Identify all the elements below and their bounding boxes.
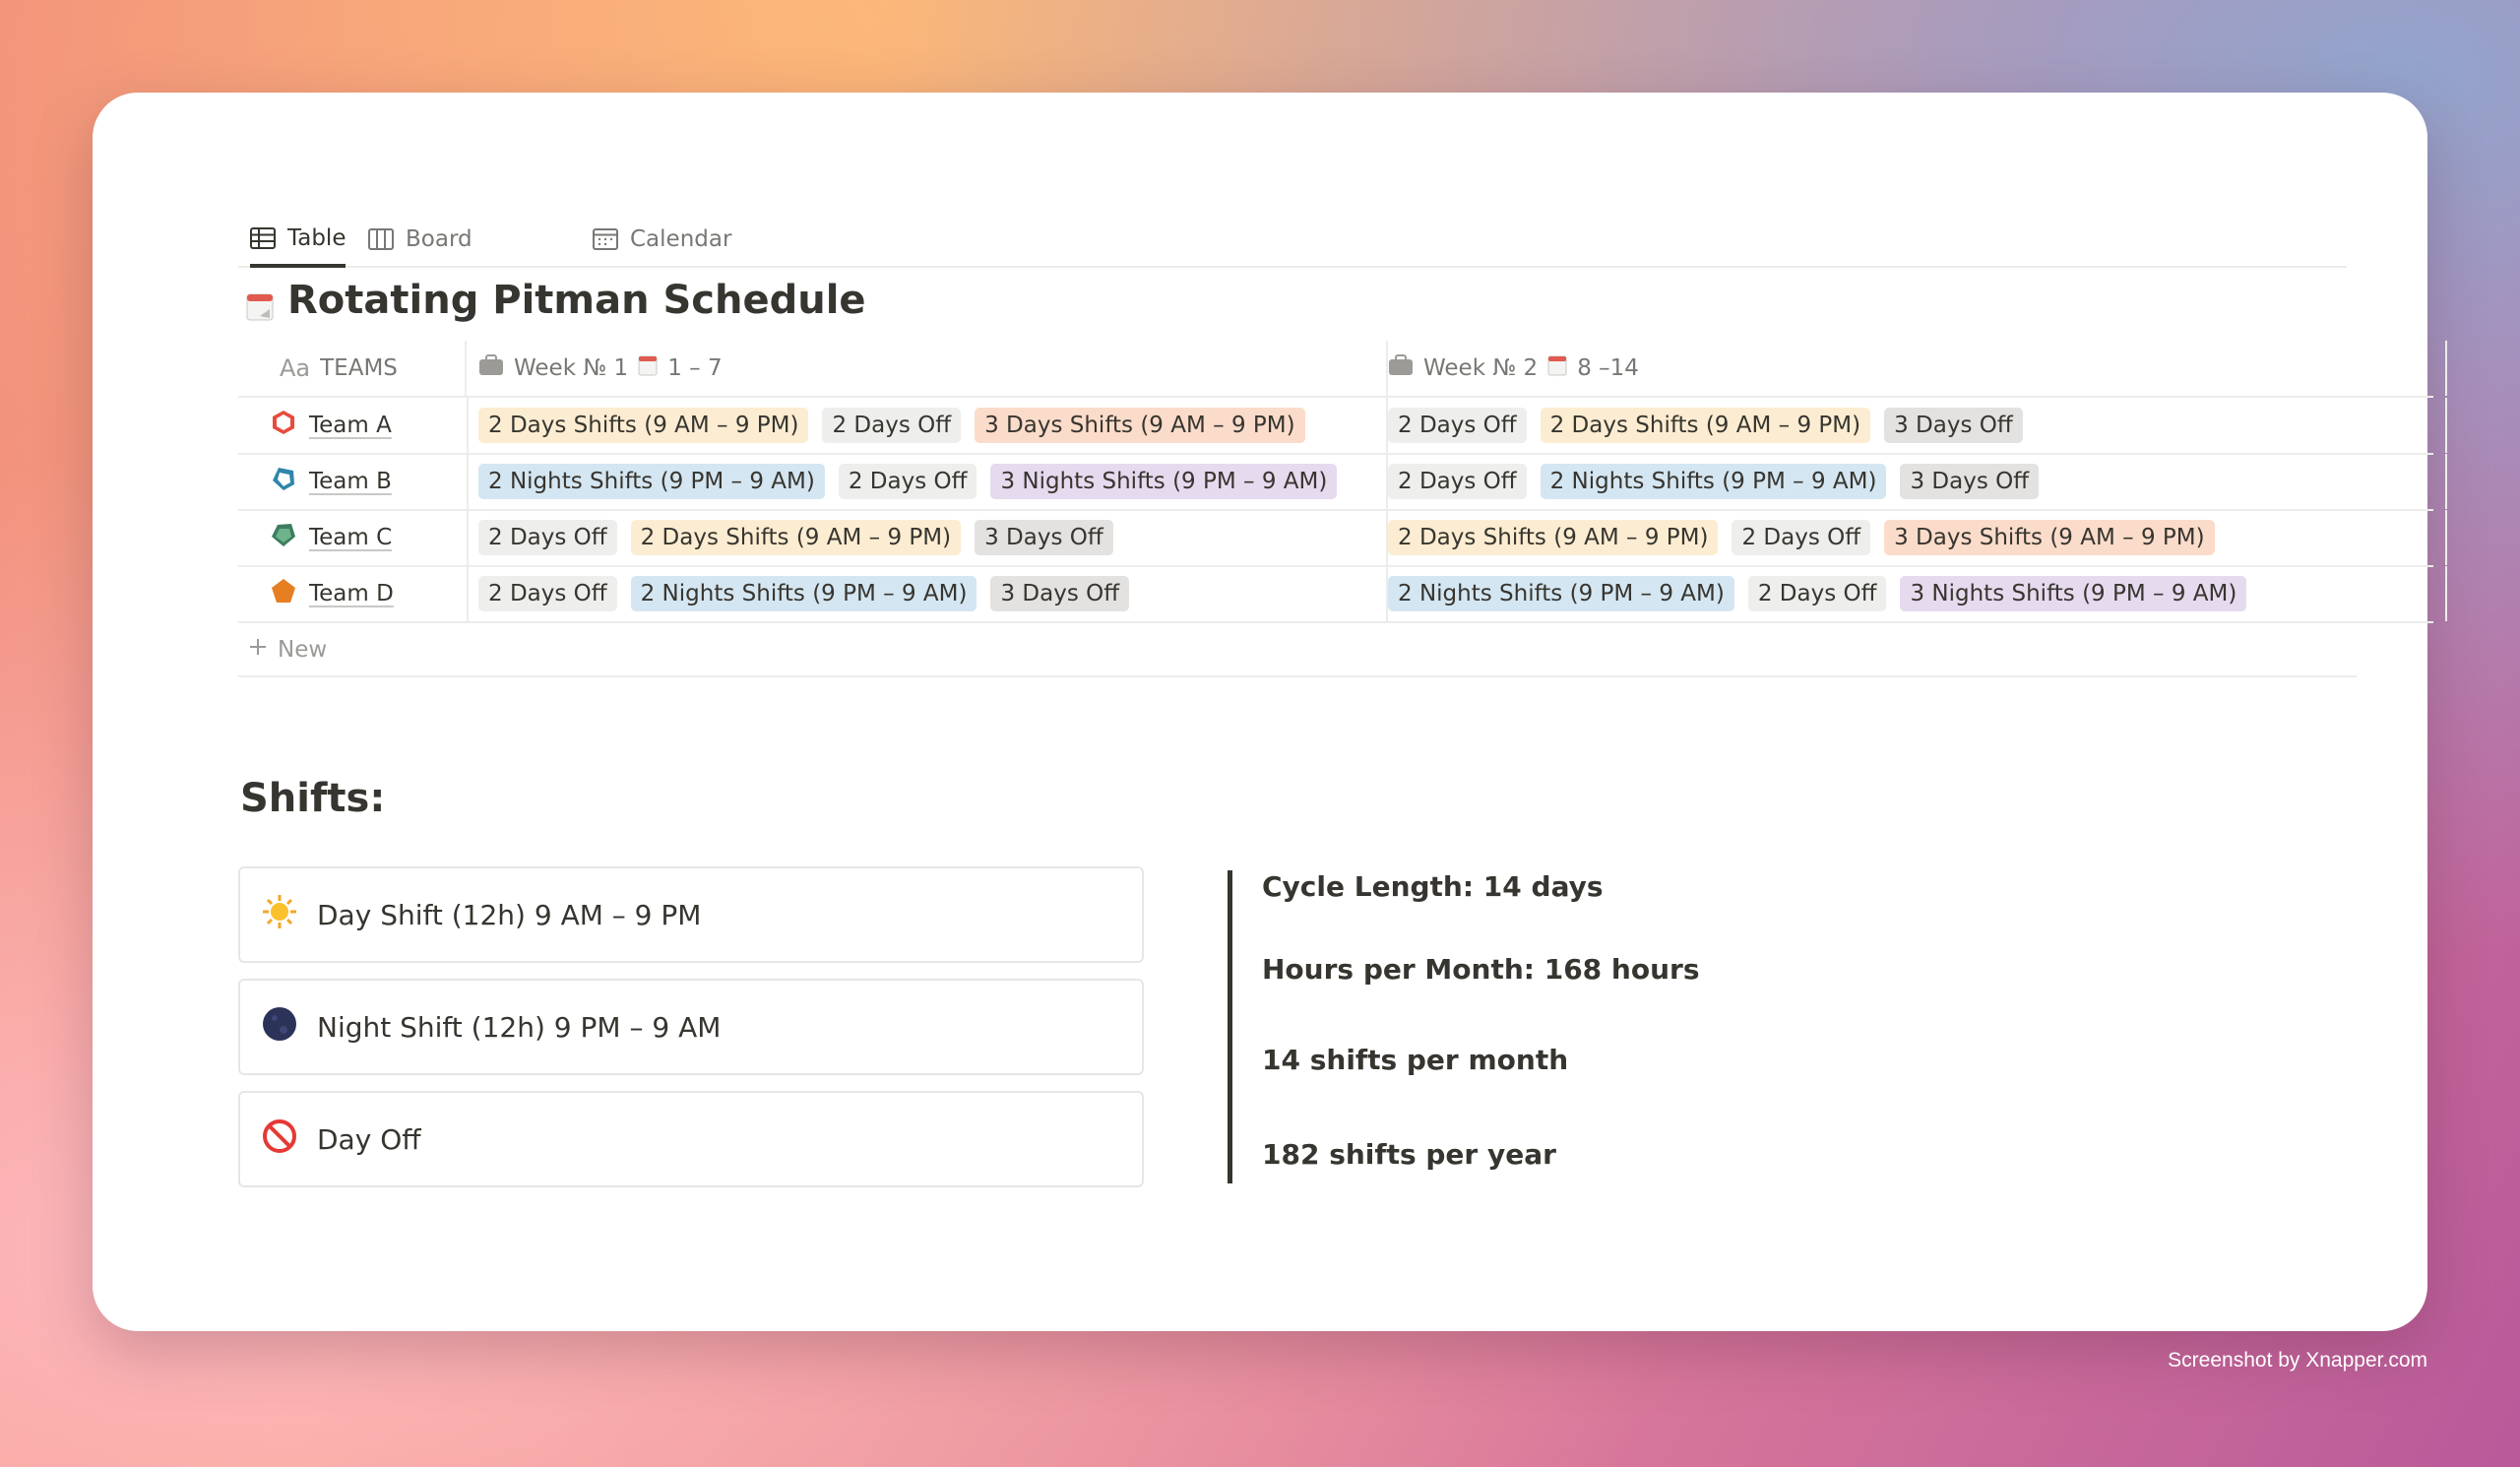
no-entry-icon <box>262 1118 297 1161</box>
board-icon <box>368 228 394 250</box>
team-cell[interactable]: Team C <box>238 510 469 565</box>
shift-card-night[interactable]: Night Shift (12h) 9 PM – 9 AM <box>238 979 1144 1075</box>
shift-tag: 3 Days Off <box>990 576 1130 611</box>
table-row[interactable]: Team C 2 Days Off 2 Days Shifts (9 AM – … <box>238 510 2447 567</box>
week1-cell[interactable]: 2 Nights Shifts (9 PM – 9 AM) 2 Days Off… <box>467 454 1388 509</box>
shift-tag: 2 Days Off <box>1388 408 1527 443</box>
page-card: Table Board Calendar Rotating Pitman Sch… <box>93 93 2447 1331</box>
briefcase-icon <box>478 354 504 382</box>
shift-tag: 2 Days Off <box>838 464 977 499</box>
week1-cell[interactable]: 2 Days Shifts (9 AM – 9 PM) 2 Days Off 3… <box>467 398 1388 453</box>
shift-tag: 3 Days Shifts (9 AM – 9 PM) <box>975 408 1305 443</box>
shift-tag: 3 Nights Shifts (9 PM – 9 AM) <box>990 464 1338 499</box>
tab-label: Calendar <box>630 226 732 252</box>
header-week2-label: Week № 2 <box>1423 355 1539 381</box>
table-icon <box>250 227 276 249</box>
team-cell[interactable]: Team B <box>238 454 469 509</box>
team-label: Team C <box>270 521 467 554</box>
week1-cell[interactable]: 2 Days Off 2 Nights Shifts (9 PM – 9 AM)… <box>467 566 1388 621</box>
table-row[interactable]: Team A 2 Days Shifts (9 AM – 9 PM) 2 Day… <box>238 398 2447 455</box>
new-row-button[interactable]: New <box>238 624 2357 677</box>
shift-tag: 3 Days Shifts (9 AM – 9 PM) <box>1884 520 2215 555</box>
team-cell[interactable]: Team A <box>238 398 469 453</box>
header-teams[interactable]: Aa TEAMS <box>238 341 467 396</box>
week2-cell[interactable]: 2 Days Shifts (9 AM – 9 PM) 2 Days Off 3… <box>1376 510 2447 565</box>
shift-tag: 3 Nights Shifts (9 PM – 9 AM) <box>1900 576 2247 611</box>
cycle-length: Cycle Length: 14 days <box>1262 870 1604 903</box>
sun-icon <box>262 894 297 936</box>
tab-calendar[interactable]: Calendar <box>593 213 731 266</box>
header-week1-range: 1 – 7 <box>667 355 723 381</box>
table-row[interactable]: Team D 2 Days Off 2 Nights Shifts (9 PM … <box>238 566 2447 623</box>
team-cell[interactable]: Team D <box>238 566 469 621</box>
calendar-icon <box>593 228 618 250</box>
shift-card-label: Day Shift (12h) 9 AM – 9 PM <box>317 898 702 931</box>
tab-board[interactable]: Board <box>368 213 472 266</box>
header-week1[interactable]: Week № 1 1 – 7 <box>467 341 1388 396</box>
hexagon-red-icon <box>270 409 297 442</box>
shift-tag: 2 Nights Shifts (9 PM – 9 AM) <box>1540 464 1887 499</box>
shift-tag: 2 Days Off <box>1732 520 1871 555</box>
shift-tag: 3 Days Off <box>975 520 1113 555</box>
shift-tag: 2 Days Off <box>1747 576 1887 611</box>
text-property-icon: Aa <box>280 354 311 382</box>
watermark: Screenshot by Xnapper.com <box>2168 1349 2427 1371</box>
tab-label: Table <box>287 225 346 251</box>
header-teams-label: TEAMS <box>320 355 398 381</box>
header-week1-label: Week № 1 <box>514 355 629 381</box>
shift-tag: 2 Nights Shifts (9 PM – 9 AM) <box>478 464 825 499</box>
team-label: Team A <box>270 409 467 442</box>
team-label: Team D <box>270 577 467 610</box>
pentagon-orange-icon <box>270 577 297 610</box>
shift-tag: 2 Days Off <box>478 520 617 555</box>
team-label: Team B <box>270 465 467 498</box>
calendar-icon <box>638 354 658 382</box>
shifts-per-year: 182 shifts per year <box>1262 1138 1556 1171</box>
shifts-per-month: 14 shifts per month <box>1262 1044 1569 1076</box>
shape-green-icon <box>270 521 297 554</box>
shift-tag: 2 Days Shifts (9 AM – 9 PM) <box>1388 520 1719 555</box>
hours-per-month: Hours per Month: 168 hours <box>1262 953 1700 986</box>
new-row-label: New <box>278 637 328 663</box>
team-name[interactable]: Team A <box>309 413 392 438</box>
shift-tag: 3 Days Off <box>1900 464 2040 499</box>
shift-card-label: Day Off <box>317 1122 421 1156</box>
shift-tag: 2 Days Shifts (9 AM – 9 PM) <box>630 520 962 555</box>
week1-cell[interactable]: 2 Days Off 2 Days Shifts (9 AM – 9 PM) 3… <box>467 510 1388 565</box>
team-name[interactable]: Team D <box>309 581 394 606</box>
calendar-icon <box>1547 354 1567 382</box>
briefcase-icon <box>1388 354 1414 382</box>
shift-card-label: Night Shift (12h) 9 PM – 9 AM <box>317 1010 722 1044</box>
shifts-heading: Shifts: <box>240 776 386 821</box>
shift-tag: 2 Days Shifts (9 AM – 9 PM) <box>1540 408 1871 443</box>
shift-tag: 2 Days Off <box>1388 464 1527 499</box>
plus-icon <box>248 637 268 663</box>
shift-tag: 2 Days Off <box>822 408 962 443</box>
week2-cell[interactable]: 2 Nights Shifts (9 PM – 9 AM) 2 Days Off… <box>1376 566 2447 621</box>
page-title-text: Rotating Pitman Schedule <box>287 278 866 323</box>
shift-tag: 3 Days Off <box>1884 408 2023 443</box>
view-tabs: Table Board Calendar <box>238 213 2347 268</box>
shift-tag: 2 Days Shifts (9 AM – 9 PM) <box>478 408 809 443</box>
moon-icon <box>262 1006 297 1049</box>
stats-callout: Cycle Length: 14 days Hours per Month: 1… <box>1228 870 1725 1183</box>
tab-table[interactable]: Table <box>250 213 346 268</box>
team-name[interactable]: Team C <box>309 525 392 550</box>
header-week2-range: 8 –14 <box>1577 355 1639 381</box>
shift-card-dayoff[interactable]: Day Off <box>238 1091 1144 1187</box>
shift-card-day[interactable]: Day Shift (12h) 9 AM – 9 PM <box>238 866 1144 963</box>
shift-tag: 2 Nights Shifts (9 PM – 9 AM) <box>1388 576 1734 611</box>
week2-cell[interactable]: 2 Days Off 2 Days Shifts (9 AM – 9 PM) 3… <box>1376 398 2447 453</box>
table-header-row: Aa TEAMS Week № 1 1 – 7 Week № 2 8 –14 <box>238 341 2447 398</box>
tab-label: Board <box>406 226 472 252</box>
page-title: Rotating Pitman Schedule <box>246 278 866 323</box>
calendar-icon <box>246 286 274 321</box>
table-row[interactable]: Team B 2 Nights Shifts (9 PM – 9 AM) 2 D… <box>238 454 2447 511</box>
header-week2[interactable]: Week № 2 8 –14 <box>1376 341 2447 396</box>
shape-blue-icon <box>270 465 297 498</box>
week2-cell[interactable]: 2 Days Off 2 Nights Shifts (9 PM – 9 AM)… <box>1376 454 2447 509</box>
shift-tag: 2 Nights Shifts (9 PM – 9 AM) <box>630 576 977 611</box>
team-name[interactable]: Team B <box>309 469 392 494</box>
shift-tag: 2 Days Off <box>478 576 617 611</box>
